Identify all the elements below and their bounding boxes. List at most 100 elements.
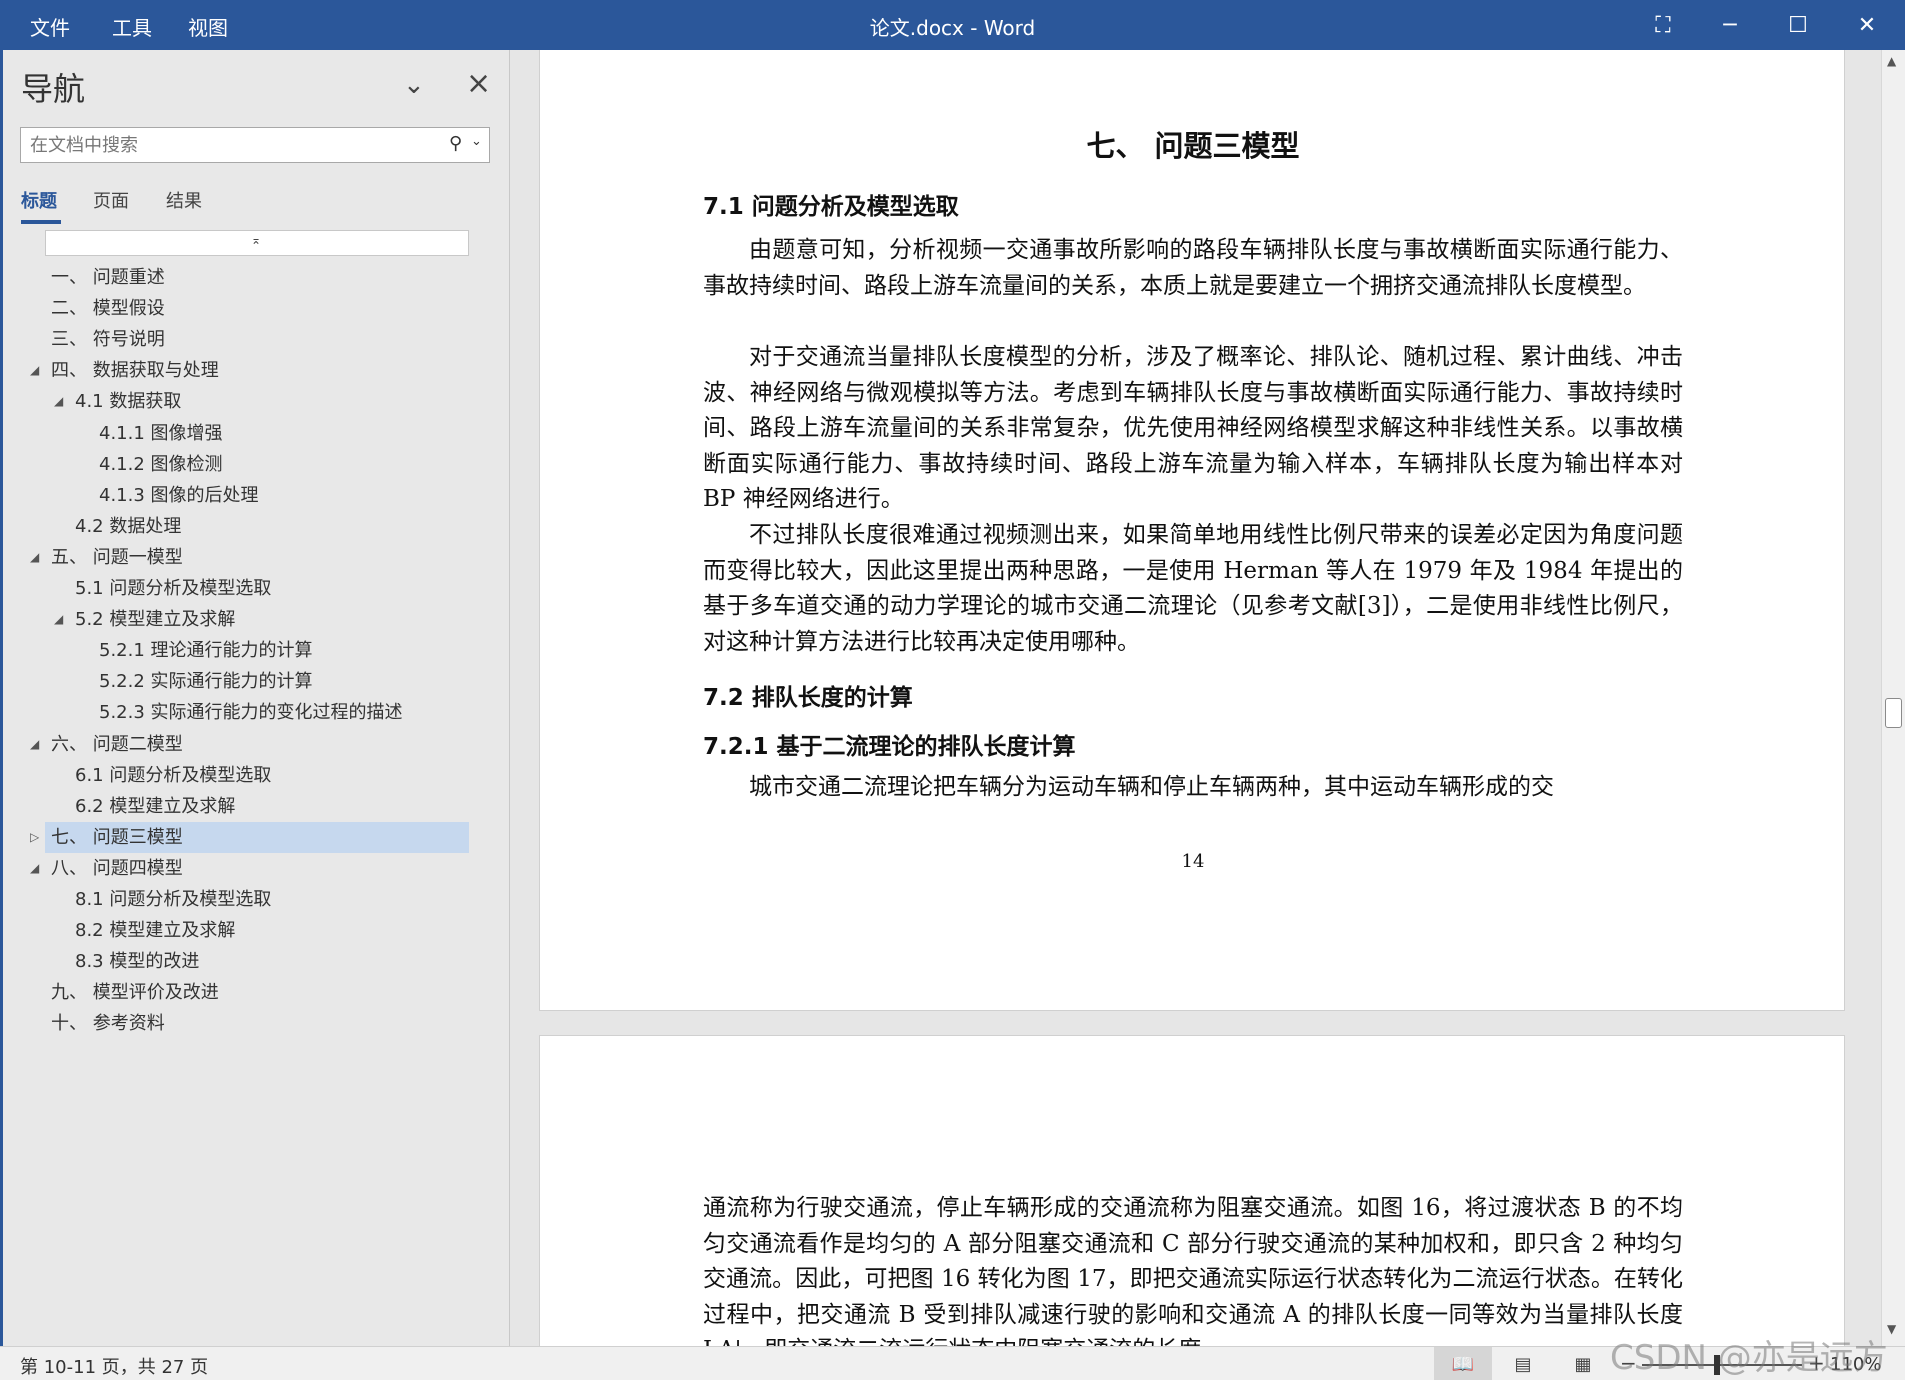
heading-label: 8.1 问题分析及模型选取	[75, 889, 272, 910]
heading-item[interactable]: 十、 参考资料	[3, 1008, 473, 1039]
menu-view[interactable]: 视图	[188, 12, 228, 41]
heading-label: 四、 数据获取与处理	[51, 360, 219, 382]
heading-item[interactable]: 一、 问题重述	[3, 262, 473, 293]
section-heading-7-2: 7.2 排队长度的计算	[703, 685, 913, 711]
heading-item[interactable]: 8.2 模型建立及求解	[3, 915, 473, 946]
nav-title: 导航	[21, 70, 86, 108]
heading-item[interactable]: ◢ 八、 问题四模型	[3, 853, 473, 884]
web-layout-button[interactable]: ▦	[1554, 1347, 1612, 1380]
status-bar: 第 10-11 页，共 27 页 📖 ▤ ▦ − + 110%	[0, 1346, 1905, 1380]
heading-item[interactable]: ◢ 四、 数据获取与处理	[3, 355, 473, 386]
heading-item[interactable]: 8.1 问题分析及模型选取	[3, 884, 473, 915]
focus-mode-button[interactable]: ⛶	[1630, 0, 1696, 50]
heading-label: 5.2.3 实际通行能力的变化过程的描述	[99, 702, 403, 724]
tab-headings[interactable]: 标题	[21, 187, 57, 213]
expanded-triangle-icon[interactable]: ◢	[54, 386, 63, 417]
page-icon: ▤	[1514, 1353, 1532, 1375]
expanded-triangle-icon[interactable]: ◢	[30, 355, 39, 386]
tab-pages[interactable]: 页面	[93, 187, 129, 213]
heading-item[interactable]: 二、 模型假设	[3, 293, 473, 324]
heading-label: 8.2 模型建立及求解	[75, 920, 236, 942]
zoom-in-button[interactable]: +	[1808, 1351, 1825, 1375]
zoom-level[interactable]: 110%	[1830, 1354, 1881, 1375]
page-15: 通流称为行驶交通流，停止车辆形成的交通流称为阻塞交通流。如图 16，将过渡状态 …	[539, 1035, 1845, 1346]
heading-label: 三、 符号说明	[51, 329, 165, 351]
heading-item[interactable]: 5.2.1 理论通行能力的计算	[3, 635, 473, 666]
chevron-down-icon: ⌄	[403, 70, 425, 100]
heading-item[interactable]: 5.2.2 实际通行能力的计算	[3, 666, 473, 697]
heading-label: 二、 模型假设	[51, 298, 165, 320]
heading-item[interactable]: 三、 符号说明	[3, 324, 473, 355]
tab-results[interactable]: 结果	[166, 187, 202, 213]
document-area: 七、 问题三模型 7.1 问题分析及模型选取 由题意可知，分析视频一交通事故所影…	[511, 50, 1881, 1346]
page-count: 第 10-11 页，共 27 页	[20, 1357, 209, 1378]
nav-close-button[interactable]: ×	[466, 66, 491, 101]
heading-label: 5.2.1 理论通行能力的计算	[99, 640, 313, 662]
heading-item[interactable]: ◢ 五、 问题一模型	[3, 542, 473, 573]
zoom-slider-thumb[interactable]	[1714, 1355, 1720, 1375]
scroll-up-icon[interactable]: ▲	[1887, 54, 1896, 68]
title-bar: 文件 工具 视图 论文.docx - Word ⛶ ─ ☐ ✕	[0, 0, 1905, 50]
close-window-button[interactable]: ✕	[1834, 0, 1900, 50]
heading-label: 五、 问题一模型	[51, 546, 183, 568]
heading-item[interactable]: 6.1 问题分析及模型选取	[3, 760, 473, 791]
heading-item[interactable]: 九、 模型评价及改进	[3, 977, 473, 1008]
heading-item[interactable]: 4.1.1 图像增强	[3, 418, 473, 449]
heading-label: 六、 问题二模型	[51, 733, 183, 755]
nav-options-button[interactable]: ⌄	[403, 70, 425, 100]
heading-label: 4.1 数据获取	[75, 391, 182, 413]
heading-item[interactable]: 4.1.2 图像检测	[3, 449, 473, 480]
menu-tools[interactable]: 工具	[112, 12, 152, 41]
section-heading-7-1: 7.1 问题分析及模型选取	[703, 194, 959, 220]
focus-mode-icon: ⛶	[1655, 12, 1671, 38]
expanded-triangle-icon[interactable]: ◢	[30, 542, 39, 573]
heading-label: 4.1.3 图像的后处理	[99, 484, 259, 506]
heading-label: 5.2 模型建立及求解	[75, 609, 236, 631]
page-number: 14	[1181, 851, 1205, 872]
zoom-out-button[interactable]: −	[1620, 1351, 1637, 1375]
heading-item[interactable]: 4.1.3 图像的后处理	[3, 480, 473, 511]
zoom-slider[interactable]	[1642, 1364, 1802, 1366]
heading-label: 七、 问题三模型	[51, 826, 183, 848]
heading-item[interactable]: ▷ 七、 问题三模型	[30, 821, 469, 853]
navigation-pane: 导航 ⌄ × ⚲ ⌄ 标题 页面 结果 ⌅ 一、 问题重述二、 模型假设三、 符…	[0, 50, 510, 1346]
heading-item[interactable]: ◢ 5.2 模型建立及求解	[3, 604, 473, 635]
heading-label: 5.1 问题分析及模型选取	[75, 578, 272, 599]
heading-label: 4.2 数据处理	[75, 515, 182, 537]
heading-label: 6.1 问题分析及模型选取	[75, 764, 272, 786]
heading-item[interactable]: ◢ 六、 问题二模型	[3, 729, 473, 760]
heading-item[interactable]: 8.3 模型的改进	[3, 946, 473, 977]
search-icon[interactable]: ⚲	[449, 133, 462, 154]
search-input[interactable]	[21, 128, 441, 162]
book-icon: 📖	[1451, 1353, 1475, 1375]
menu-file[interactable]: 文件	[30, 12, 70, 41]
heading-item[interactable]: 5.2.3 实际通行能力的变化过程的描述	[3, 697, 473, 728]
heading-label: 4.1.2 图像检测	[99, 453, 223, 475]
minimize-button[interactable]: ─	[1697, 0, 1763, 50]
heading-label: 8.3 模型的改进	[75, 951, 200, 973]
search-options-icon[interactable]: ⌄	[471, 134, 482, 149]
expanded-triangle-icon[interactable]: ◢	[54, 604, 63, 635]
collapsed-triangle-icon[interactable]: ▷	[30, 822, 39, 853]
read-mode-button[interactable]: 📖	[1434, 1347, 1492, 1380]
heading-item[interactable]: 5.1 问题分析及模型选取	[3, 573, 473, 604]
heading-item[interactable]: 6.2 模型建立及求解	[3, 791, 473, 822]
maximize-icon: ☐	[1788, 12, 1808, 38]
expanded-triangle-icon[interactable]: ◢	[30, 853, 39, 884]
print-layout-button[interactable]: ▤	[1494, 1347, 1552, 1380]
maximize-button[interactable]: ☐	[1765, 0, 1831, 50]
scroll-down-icon[interactable]: ▼	[1887, 1322, 1896, 1336]
chapter-title: 七、 问题三模型	[1086, 129, 1300, 163]
expanded-triangle-icon[interactable]: ◢	[30, 729, 39, 760]
paragraph: 由题意可知，分析视频一交通事故所影响的路段车辆排队长度与事故横断面实际通行能力、…	[703, 237, 1683, 299]
heading-item[interactable]: ◢ 4.1 数据获取	[3, 386, 473, 417]
collapse-up-icon: ⌅	[251, 233, 262, 247]
scroll-thumb[interactable]	[1885, 698, 1902, 728]
heading-label: 4.1.1 图像增强	[99, 422, 223, 444]
vertical-scrollbar[interactable]: ▲ ▼	[1881, 50, 1905, 1346]
close-icon: ×	[466, 66, 492, 101]
heading-item[interactable]: 4.2 数据处理	[3, 511, 473, 542]
collapse-all-strip[interactable]: ⌅	[45, 230, 469, 256]
window-title: 论文.docx - Word	[869, 16, 1036, 40]
web-layout-icon: ▦	[1574, 1353, 1592, 1375]
